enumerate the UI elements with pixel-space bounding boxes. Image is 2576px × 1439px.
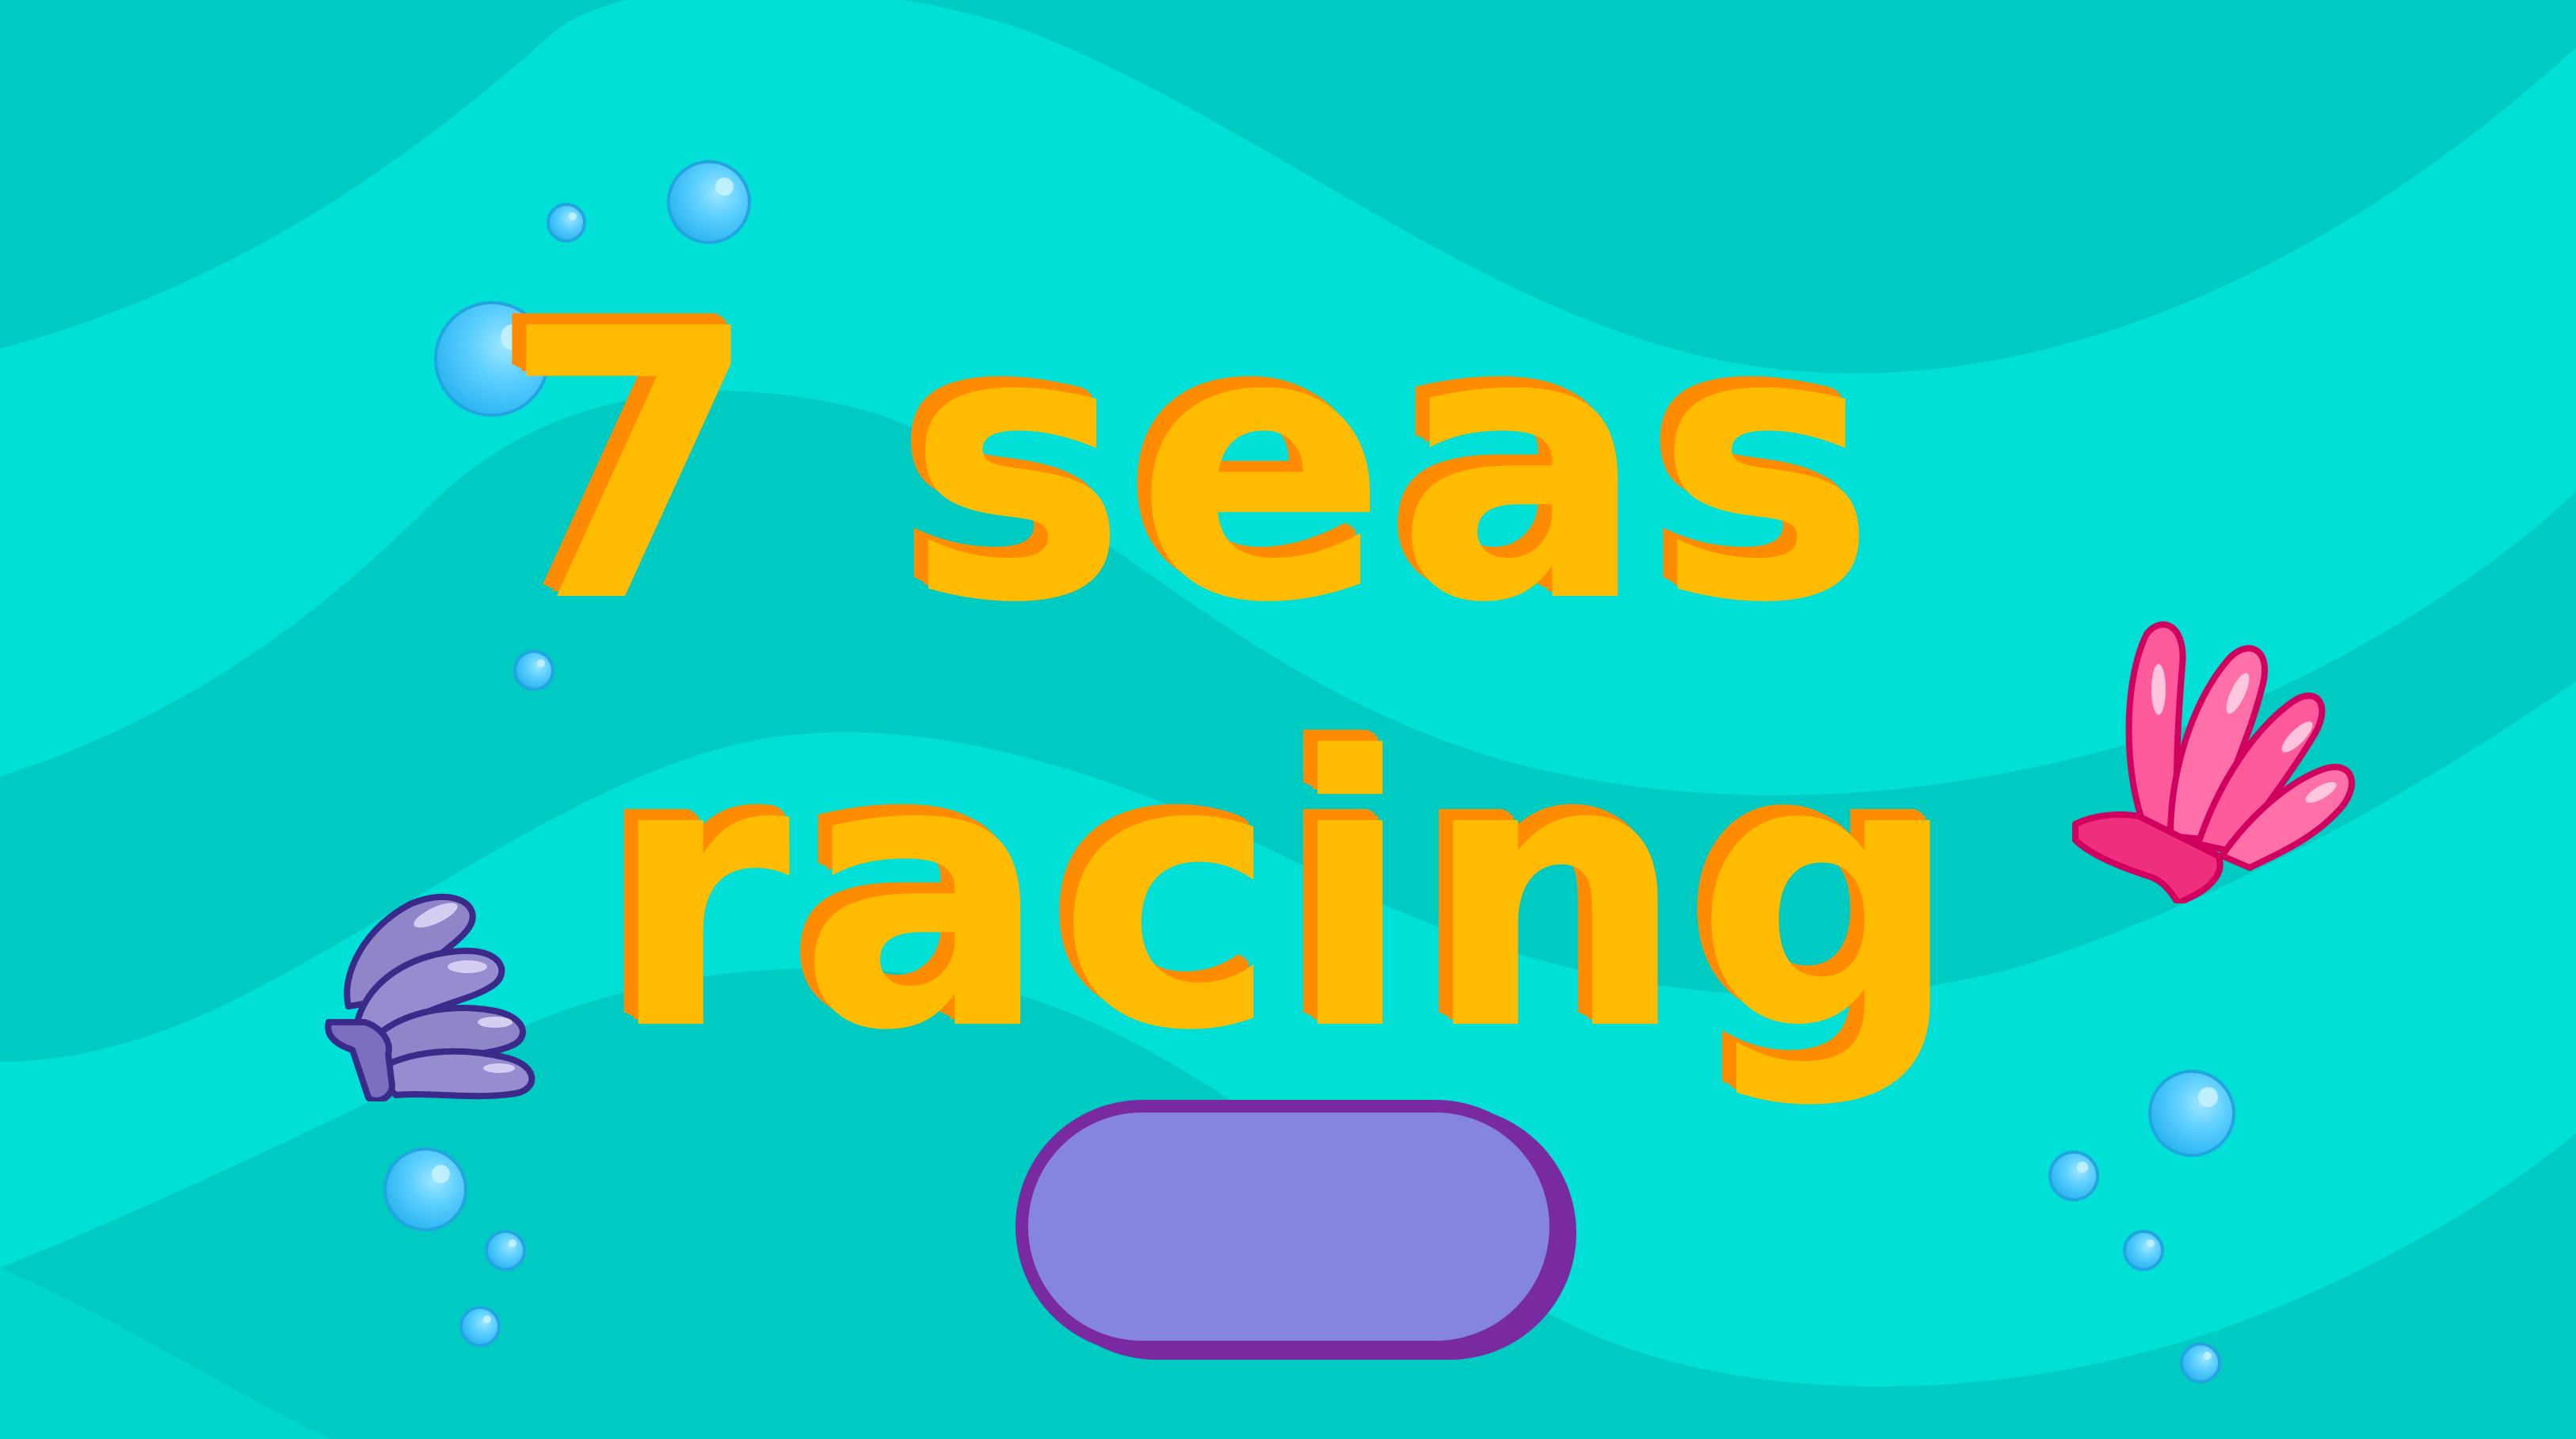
bubble-icon — [667, 160, 751, 244]
bubble-icon — [2048, 1151, 2099, 1201]
bubble-icon — [383, 1147, 467, 1231]
game-screen: 7 seas racing — [0, 0, 2576, 1439]
bubble-icon — [459, 1306, 501, 1347]
play-button-label — [1028, 1113, 1549, 1341]
game-title-line-1: 7 seas — [501, 250, 1885, 684]
game-title-line-2: racing — [607, 678, 1969, 1112]
bubble-icon — [2180, 1342, 2221, 1384]
play-button[interactable] — [1016, 1100, 1562, 1353]
bubble-icon — [547, 203, 586, 242]
bubble-icon — [485, 1230, 526, 1271]
bubble-icon — [2123, 1230, 2164, 1271]
